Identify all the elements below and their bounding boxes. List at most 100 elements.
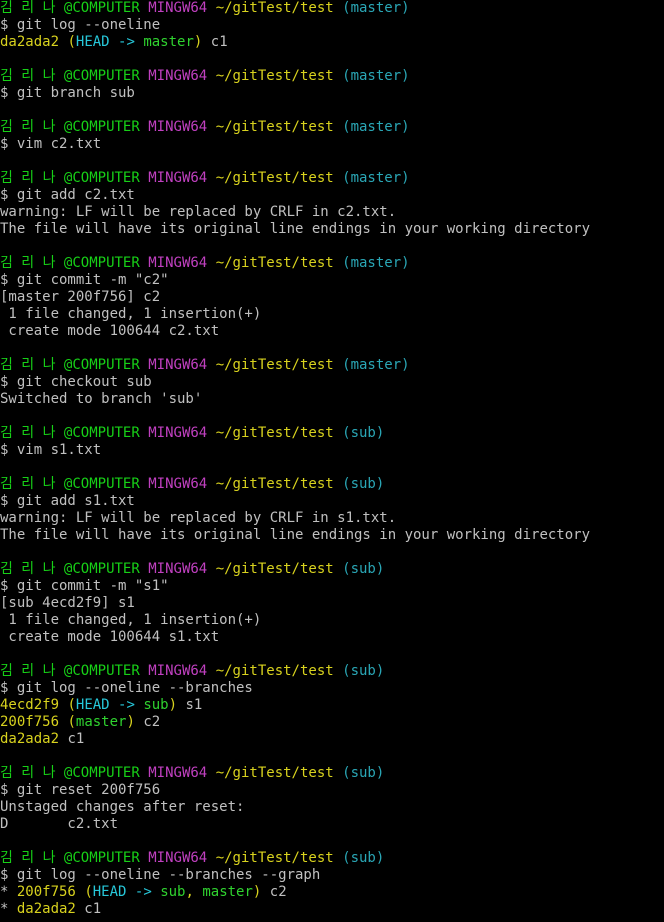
prompt-user-host: 김 리 나 @COMPUTER	[0, 255, 140, 271]
prompt-system: MINGW64	[148, 663, 208, 679]
head-ref: HEAD ->	[75, 34, 144, 50]
commit-text: ~/gitTest/test	[215, 68, 334, 84]
terminal-line: $ git add s1.txt	[0, 493, 664, 510]
output-text: 1 file changed, 1 insertion(+)	[0, 612, 262, 628]
commit-text: (	[84, 884, 93, 900]
head-ref: HEAD ->	[92, 884, 161, 900]
terminal-line: $ git log --oneline --branches --graph	[0, 867, 664, 884]
branch-ref: sub	[160, 884, 186, 900]
branch-ref: master	[75, 714, 127, 730]
prompt-user-host: 김 리 나 @COMPUTER	[0, 170, 140, 186]
commit-text: da2ada2	[0, 731, 60, 747]
output-text: $ git branch sub	[0, 85, 135, 101]
output-text: $ git commit -m "s1"	[0, 578, 169, 594]
prompt-system: MINGW64	[148, 476, 208, 492]
commit-text: )	[126, 714, 135, 730]
output-text: *	[0, 884, 17, 900]
prompt-user-host: 김 리 나 @COMPUTER	[0, 850, 140, 866]
prompt-branch: (master)	[342, 68, 410, 84]
prompt-system: MINGW64	[148, 561, 208, 577]
prompt-branch: (sub)	[342, 476, 385, 492]
terminal-line: * 200f756 (HEAD -> sub, master) c2	[0, 884, 664, 901]
prompt-system: MINGW64	[148, 255, 208, 271]
prompt-branch: (master)	[342, 170, 410, 186]
terminal-line: warning: LF will be replaced by CRLF in …	[0, 204, 664, 221]
output-text: The file will have its original line end…	[0, 527, 591, 543]
output-text: c2	[134, 714, 161, 730]
terminal-line: $ git add c2.txt	[0, 187, 664, 204]
terminal-window[interactable]: 김 리 나 @COMPUTER MINGW64 ~/gitTest/test (…	[0, 0, 664, 922]
terminal-line: 김 리 나 @COMPUTER MINGW64 ~/gitTest/test (…	[0, 357, 664, 374]
terminal-line: $ git checkout sub	[0, 374, 664, 391]
output-text: [master 200f756] c2	[0, 289, 161, 305]
terminal-line: $ git commit -m "c2"	[0, 272, 664, 289]
prompt-user-host: 김 리 나 @COMPUTER	[0, 765, 140, 781]
output-text: warning: LF will be replaced by CRLF in …	[0, 204, 397, 220]
terminal-line: 1 file changed, 1 insertion(+)	[0, 306, 664, 323]
prompt-system: MINGW64	[148, 765, 208, 781]
output-text: Switched to branch 'sub'	[0, 391, 203, 407]
output-text: warning: LF will be replaced by CRLF in …	[0, 510, 397, 526]
prompt-branch: (sub)	[342, 663, 385, 679]
terminal-line: Switched to branch 'sub'	[0, 391, 664, 408]
prompt-user-host: 김 리 나 @COMPUTER	[0, 561, 140, 577]
terminal-line: [sub 4ecd2f9] s1	[0, 595, 664, 612]
terminal-line: warning: LF will be replaced by CRLF in …	[0, 510, 664, 527]
terminal-line: D c2.txt	[0, 816, 664, 833]
output-text: The file will have its original line end…	[0, 221, 591, 237]
prompt-user-host: 김 리 나 @COMPUTER	[0, 119, 140, 135]
commit-text: da2ada2	[0, 34, 60, 50]
terminal-line: 김 리 나 @COMPUTER MINGW64 ~/gitTest/test (…	[0, 850, 664, 867]
commit-text: 200f756	[0, 714, 60, 730]
terminal-line: $ git commit -m "s1"	[0, 578, 664, 595]
output-text: $ git add s1.txt	[0, 493, 135, 509]
output-text: s1	[177, 697, 203, 713]
terminal-line: 김 리 나 @COMPUTER MINGW64 ~/gitTest/test (…	[0, 170, 664, 187]
output-text: $ vim s1.txt	[0, 442, 102, 458]
prompt-system: MINGW64	[148, 119, 208, 135]
terminal-line: 김 리 나 @COMPUTER MINGW64 ~/gitTest/test (…	[0, 425, 664, 442]
prompt-user-host: 김 리 나 @COMPUTER	[0, 476, 140, 492]
commit-text: ~/gitTest/test	[215, 850, 334, 866]
terminal-line: * da2ada2 c1	[0, 901, 664, 918]
output-text: c1	[75, 901, 102, 917]
commit-text: ~/gitTest/test	[215, 425, 334, 441]
terminal-line: Unstaged changes after reset:	[0, 799, 664, 816]
output-text: $ git reset 200f756	[0, 782, 161, 798]
commit-text: ~/gitTest/test	[215, 765, 334, 781]
commit-text: ~/gitTest/test	[215, 357, 334, 373]
commit-text: ~/gitTest/test	[215, 0, 334, 16]
prompt-branch: (sub)	[342, 561, 385, 577]
prompt-branch: (sub)	[342, 850, 385, 866]
terminal-line: $ git branch sub	[0, 85, 664, 102]
branch-ref: sub	[143, 697, 169, 713]
output-text: $ git checkout sub	[0, 374, 152, 390]
prompt-system: MINGW64	[148, 170, 208, 186]
